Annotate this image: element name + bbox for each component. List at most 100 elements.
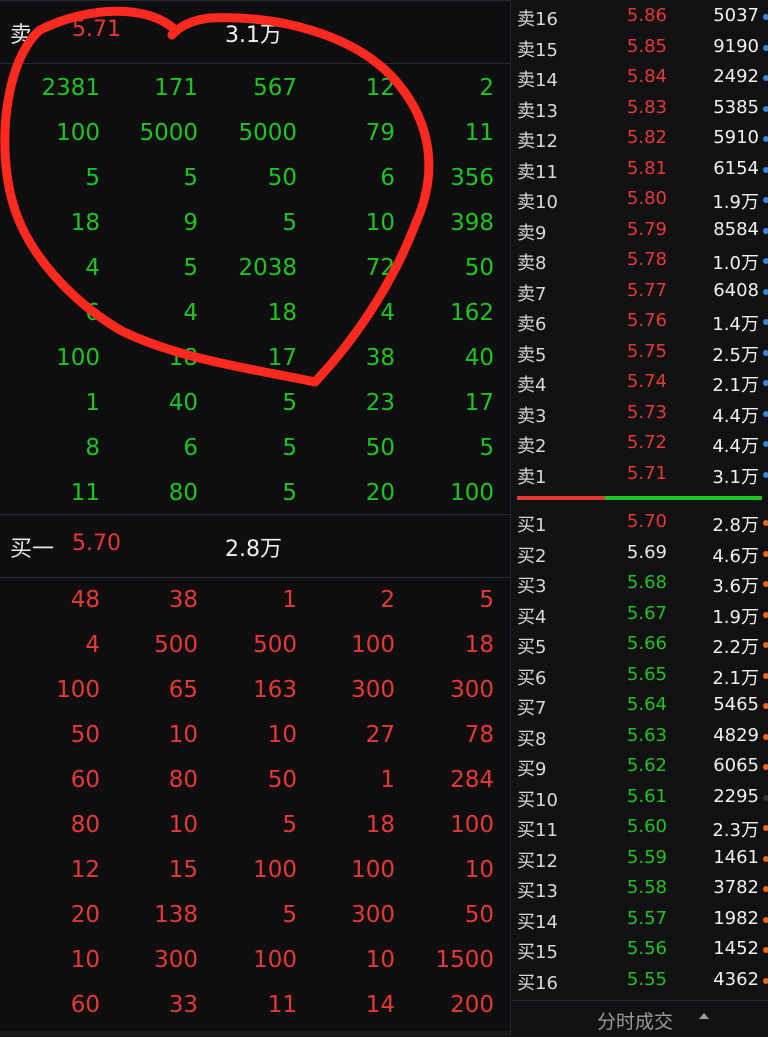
queue-row: 8 6 5 50 5 (0, 426, 510, 471)
queue-order-size: 48 (70, 587, 100, 613)
level-price: 5.76 (626, 310, 667, 331)
level-dot-icon (763, 380, 768, 386)
bid-level-row[interactable]: 买8 5.63 4829 (511, 721, 768, 751)
buy-one-header[interactable]: 买一 5.70 2.8万 (0, 514, 510, 578)
queue-row: 1 40 5 23 17 (0, 381, 510, 426)
bid-level-row[interactable]: 买16 5.55 4362 (511, 965, 768, 995)
queue-row: 2381 171 567 12 2 (0, 66, 510, 111)
bid-level-row[interactable]: 买10 5.61 2295 (511, 782, 768, 812)
level-name: 买7 (517, 698, 547, 719)
level-dot-icon (763, 794, 768, 801)
ask-level-row[interactable]: 卖5 5.75 2.5万 (511, 337, 768, 367)
queue-order-size: 11 (267, 992, 297, 1018)
queue-order-size: 398 (450, 210, 494, 236)
level-volume: 4362 (713, 968, 759, 990)
ask-level-row[interactable]: 卖11 5.81 6154 (511, 154, 768, 184)
queue-order-size: 500 (253, 632, 297, 658)
queue-order-size: 10 (168, 812, 198, 838)
queue-row: 6 4 18 4 162 (0, 291, 510, 336)
ask-level-row[interactable]: 卖12 5.82 5910 (511, 123, 768, 153)
level-dot-icon (763, 349, 768, 356)
sell-volume: 3.1万 (225, 23, 282, 48)
bid-level-row[interactable]: 买2 5.69 4.6万 (511, 538, 768, 568)
queue-order-size: 5 (85, 165, 100, 191)
sell-one-header[interactable]: 卖 5.71 3.1万 (0, 0, 510, 64)
bid-level-row[interactable]: 买5 5.66 2.2万 (511, 629, 768, 659)
level-dot-icon (763, 197, 768, 203)
level-dot-icon (763, 288, 768, 295)
queue-order-size: 5 (183, 165, 198, 191)
level-dot-icon (763, 105, 768, 112)
queue-order-size: 1 (282, 587, 297, 613)
level-volume: 3.1万 (712, 466, 759, 488)
queue-order-size: 33 (168, 992, 198, 1018)
level-price: 5.67 (626, 602, 667, 624)
queue-order-size: 5 (282, 812, 297, 838)
bid-level-row[interactable]: 买15 5.56 1452 (511, 934, 768, 964)
queue-order-size: 10 (464, 857, 494, 883)
level-dot-icon (763, 703, 768, 709)
level-volume: 1461 (713, 846, 759, 868)
queue-order-size: 8 (85, 435, 100, 461)
queue-order-size: 72 (365, 255, 395, 281)
sell-price: 5.71 (72, 17, 121, 42)
bid-level-row[interactable]: 买9 5.62 6065 (511, 751, 768, 781)
level-name: 卖6 (517, 314, 547, 335)
ask-level-row[interactable]: 卖8 5.78 1.0万 (511, 245, 768, 275)
queue-order-size: 18 (70, 210, 100, 236)
level-dot-icon (763, 14, 768, 20)
ask-level-row[interactable]: 卖3 5.73 4.4万 (511, 398, 768, 428)
ask-level-row[interactable]: 卖9 5.79 8584 (511, 215, 768, 245)
tick-trades-toggle[interactable]: 分时成交 (511, 1000, 768, 1037)
level-name: 卖3 (517, 405, 547, 427)
ask-level-row[interactable]: 卖16 5.86 5037 (511, 1, 768, 31)
queue-order-size: 100 (253, 947, 297, 973)
level-name: 卖5 (517, 344, 547, 366)
ask-level-row[interactable]: 卖15 5.85 9190 (511, 32, 768, 62)
bid-level-row[interactable]: 买13 5.58 3782 (511, 873, 768, 903)
level-name: 卖8 (517, 253, 547, 274)
bid-level-row[interactable]: 买4 5.67 1.9万 (511, 599, 768, 629)
queue-order-size: 17 (464, 390, 494, 416)
ask-level-row[interactable]: 卖14 5.84 2492 (511, 62, 768, 92)
queue-order-size: 5000 (238, 120, 297, 146)
queue-order-size: 2381 (41, 75, 100, 101)
buy-volume: 2.8万 (225, 537, 282, 562)
level-dot-icon (763, 319, 768, 325)
bid-level-row[interactable]: 买11 5.60 2.3万 (511, 812, 768, 842)
bid-level-row[interactable]: 买12 5.59 1461 (511, 843, 768, 873)
queue-order-size: 20 (365, 480, 395, 506)
queue-order-size: 5 (282, 390, 297, 416)
queue-order-size: 1500 (435, 947, 494, 973)
queue-order-size: 80 (168, 480, 198, 506)
level-dot-icon (763, 672, 768, 679)
level-dot-icon (763, 947, 768, 953)
queue-order-size: 5 (282, 210, 297, 236)
level-name: 卖14 (517, 70, 558, 91)
level-volume: 1452 (713, 938, 759, 959)
ask-level-row[interactable]: 卖1 5.71 3.1万 (511, 459, 768, 489)
bid-level-row[interactable]: 买3 5.68 3.6万 (511, 568, 768, 598)
level-volume: 2295 (713, 785, 759, 807)
bid-level-row[interactable]: 买7 5.64 5465 (511, 690, 768, 720)
level-dot-icon (763, 471, 768, 478)
queue-order-size: 162 (450, 300, 494, 326)
ask-level-row[interactable]: 卖2 5.72 4.4万 (511, 428, 768, 458)
queue-order-size: 27 (365, 722, 395, 748)
ask-level-row[interactable]: 卖6 5.76 1.4万 (511, 306, 768, 336)
bid-level-row[interactable]: 买14 5.57 1982 (511, 904, 768, 934)
bid-level-row[interactable]: 买1 5.70 2.8万 (511, 507, 768, 537)
queue-order-size: 500 (154, 632, 198, 658)
level-dot-icon (763, 581, 768, 587)
ask-level-row[interactable]: 卖4 5.74 2.1万 (511, 367, 768, 397)
queue-order-size: 163 (253, 677, 297, 703)
ask-level-row[interactable]: 卖7 5.77 6408 (511, 276, 768, 306)
bid-level-row[interactable]: 买6 5.65 2.1万 (511, 660, 768, 690)
level-volume: 4.4万 (712, 436, 759, 457)
level-dot-icon (763, 611, 768, 618)
ask-level-row[interactable]: 卖13 5.83 5385 (511, 93, 768, 123)
ask-level-row[interactable]: 卖10 5.80 1.9万 (511, 184, 768, 214)
queue-order-size: 100 (450, 812, 494, 838)
queue-row: 60 80 50 1 284 (0, 758, 510, 803)
level-price: 5.61 (626, 785, 667, 807)
